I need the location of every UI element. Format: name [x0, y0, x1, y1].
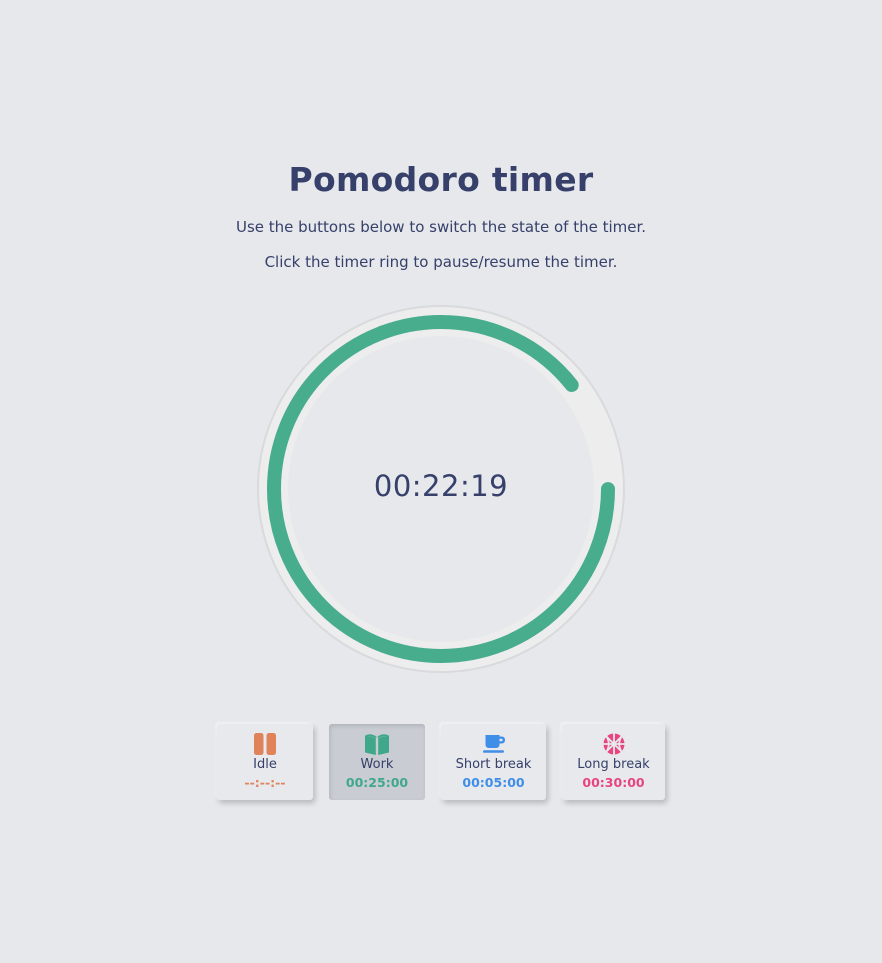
- instruction-pause-resume: Click the timer ring to pause/resume the…: [264, 253, 618, 271]
- pomodoro-page: Pomodoro timer Use the buttons below to …: [0, 0, 882, 963]
- timer-ring[interactable]: 00:22:19: [256, 304, 626, 674]
- pause-icon: [253, 733, 277, 755]
- work-button[interactable]: Work 00:25:00: [329, 724, 425, 800]
- basketball-icon: [602, 733, 626, 755]
- page-title: Pomodoro timer: [288, 160, 594, 199]
- short-break-label: Short break: [455, 757, 532, 772]
- long-break-label: Long break: [577, 757, 650, 772]
- work-time: 00:25:00: [345, 775, 409, 790]
- short-break-time: 00:05:00: [462, 775, 525, 790]
- idle-button[interactable]: Idle --:--:--: [217, 724, 313, 800]
- timer-display: 00:22:19: [373, 469, 509, 503]
- long-break-time: 00:30:00: [582, 775, 645, 790]
- book-icon: [365, 733, 389, 755]
- instruction-switch-state: Use the buttons below to switch the stat…: [235, 218, 647, 236]
- work-label: Work: [360, 757, 394, 772]
- long-break-button[interactable]: Long break 00:30:00: [562, 724, 665, 800]
- idle-label: Idle: [253, 757, 277, 772]
- coffee-icon: [482, 733, 506, 755]
- idle-time: --:--:--: [244, 775, 286, 790]
- short-break-button[interactable]: Short break 00:05:00: [441, 724, 546, 800]
